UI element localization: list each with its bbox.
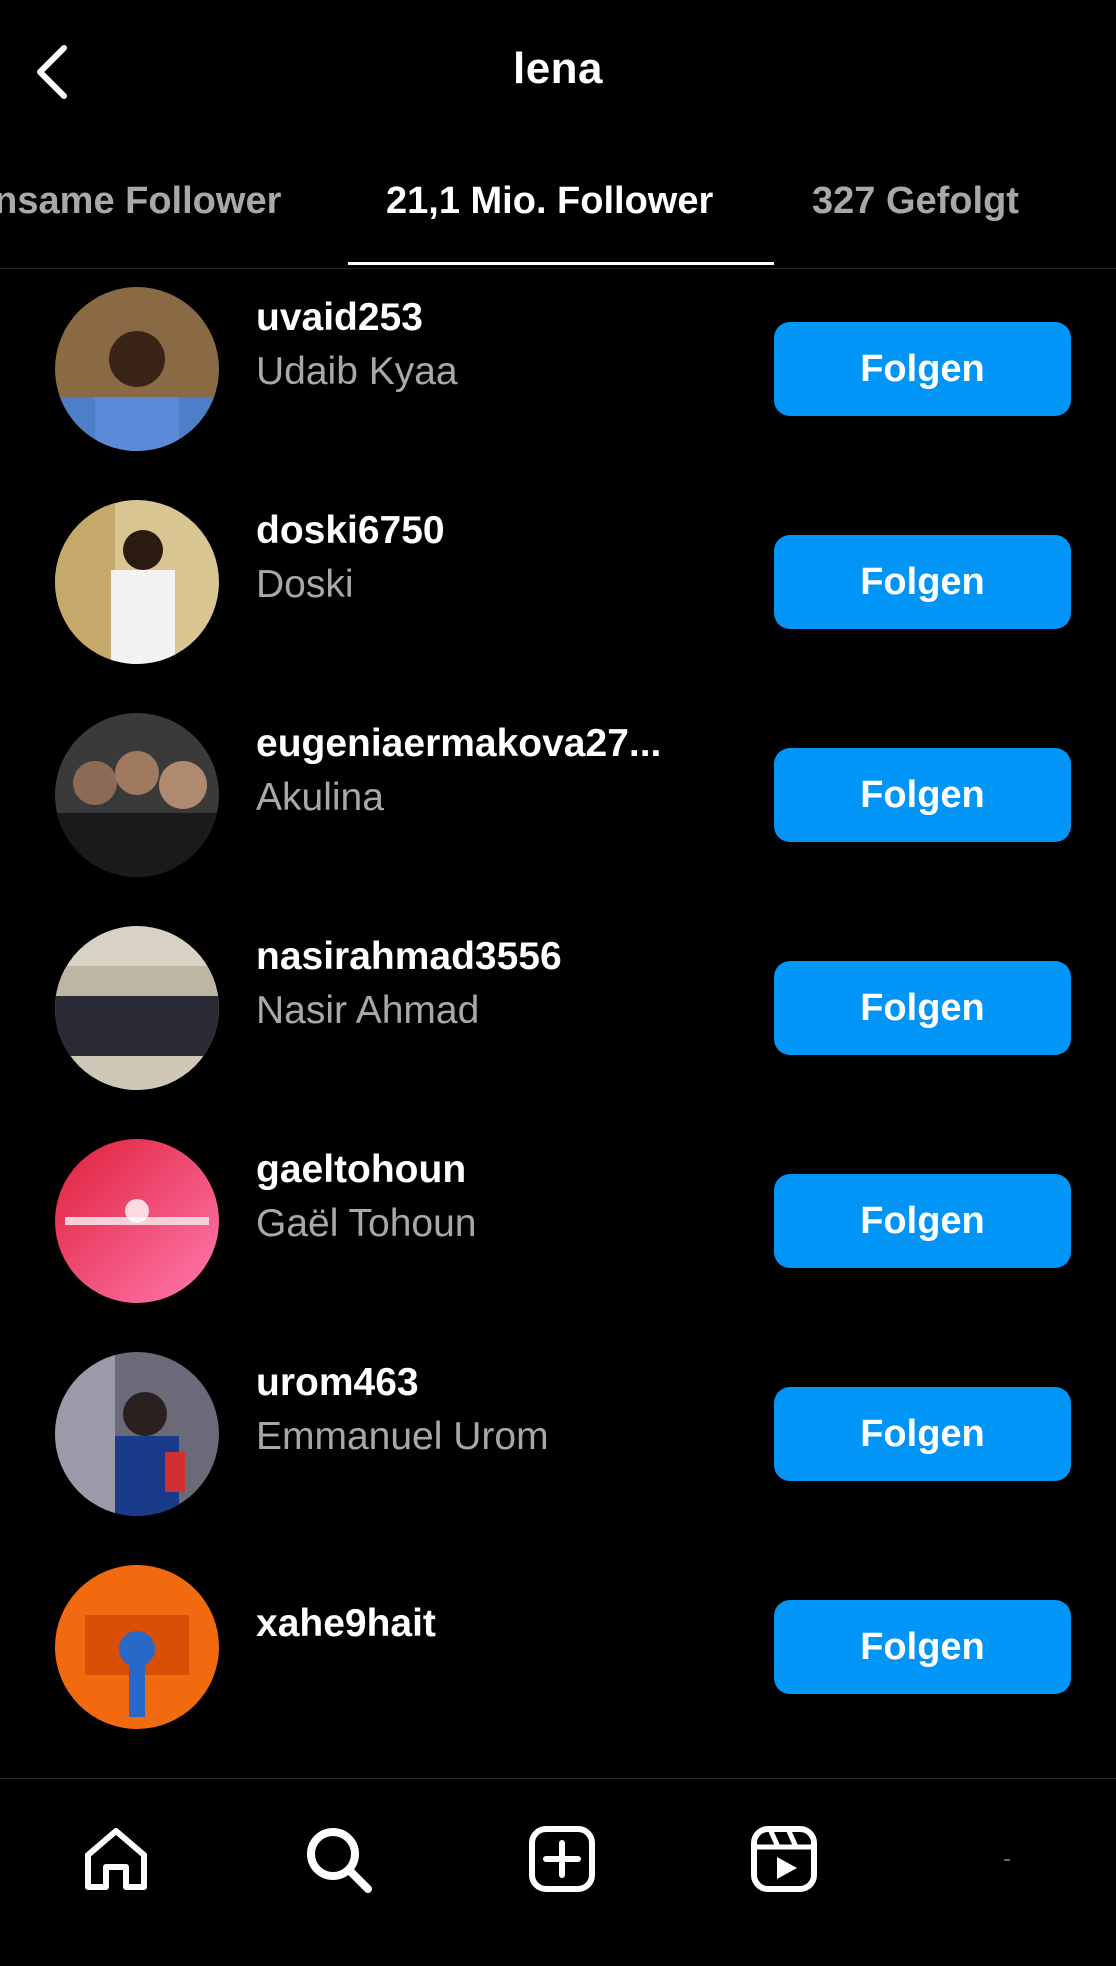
follow-button[interactable]: Folgen [774, 1600, 1071, 1694]
tab-bar: Gemeinsame Follower 21,1 Mio. Follower 3… [0, 160, 1116, 269]
username[interactable]: gaeltohoun [256, 1148, 716, 1192]
full-name: Udaib Kyaa [256, 350, 458, 393]
username[interactable]: xahe9hait [256, 1602, 716, 1646]
avatar[interactable] [55, 287, 219, 451]
follow-button[interactable]: Folgen [774, 1174, 1071, 1268]
follow-button[interactable]: Folgen [774, 748, 1071, 842]
reels-icon [751, 1826, 817, 1892]
bottom-nav [0, 1778, 1116, 1966]
header: lena [0, 0, 1116, 150]
tab-mutual-followers[interactable]: Gemeinsame Follower [0, 180, 281, 223]
tab-following[interactable]: 327 Gefolgt [812, 180, 1019, 223]
avatar[interactable] [55, 713, 219, 877]
tab-followers[interactable]: 21,1 Mio. Follower [386, 180, 713, 223]
list-item[interactable]: xahe9hait Folgen [0, 1548, 1116, 1761]
nav-profile-placeholder[interactable] [1004, 1859, 1010, 1861]
follow-button[interactable]: Folgen [774, 961, 1071, 1055]
avatar[interactable] [55, 926, 219, 1090]
avatar[interactable] [55, 1139, 219, 1303]
username[interactable]: urom463 [256, 1361, 716, 1405]
full-name: Emmanuel Urom [256, 1415, 549, 1458]
list-item[interactable]: urom463 Emmanuel Urom Folgen [0, 1335, 1116, 1548]
list-item[interactable]: uvaid253 Udaib Kyaa Folgen [0, 270, 1116, 483]
list-item[interactable]: gaeltohoun Gaël Tohoun Folgen [0, 1122, 1116, 1335]
username[interactable]: nasirahmad3556 [256, 935, 716, 979]
page-title: lena [512, 44, 604, 93]
username[interactable]: eugeniaermakova27... [256, 722, 716, 766]
list-item[interactable]: nasirahmad3556 Nasir Ahmad Folgen [0, 909, 1116, 1122]
home-icon [85, 1828, 147, 1890]
follow-button[interactable]: Folgen [774, 1387, 1071, 1481]
search-icon [307, 1828, 372, 1893]
avatar[interactable] [55, 1352, 219, 1516]
username[interactable]: doski6750 [256, 509, 716, 553]
nav-create[interactable] [522, 1819, 602, 1899]
nav-home[interactable] [76, 1819, 156, 1899]
full-name: Gaël Tohoun [256, 1202, 477, 1245]
full-name: Akulina [256, 776, 384, 819]
username[interactable]: uvaid253 [256, 296, 716, 340]
full-name: Doski [256, 563, 354, 606]
active-tab-indicator [348, 262, 774, 265]
list-item[interactable]: eugeniaermakova27... Akulina Folgen [0, 696, 1116, 909]
nav-search[interactable] [298, 1819, 378, 1899]
add-post-icon [529, 1826, 595, 1892]
list-item[interactable]: doski6750 Doski Folgen [0, 483, 1116, 696]
full-name: Nasir Ahmad [256, 989, 480, 1032]
follow-button[interactable]: Folgen [774, 535, 1071, 629]
avatar[interactable] [55, 500, 219, 664]
follow-button[interactable]: Folgen [774, 322, 1071, 416]
nav-reels[interactable] [744, 1819, 824, 1899]
avatar[interactable] [55, 1565, 219, 1729]
